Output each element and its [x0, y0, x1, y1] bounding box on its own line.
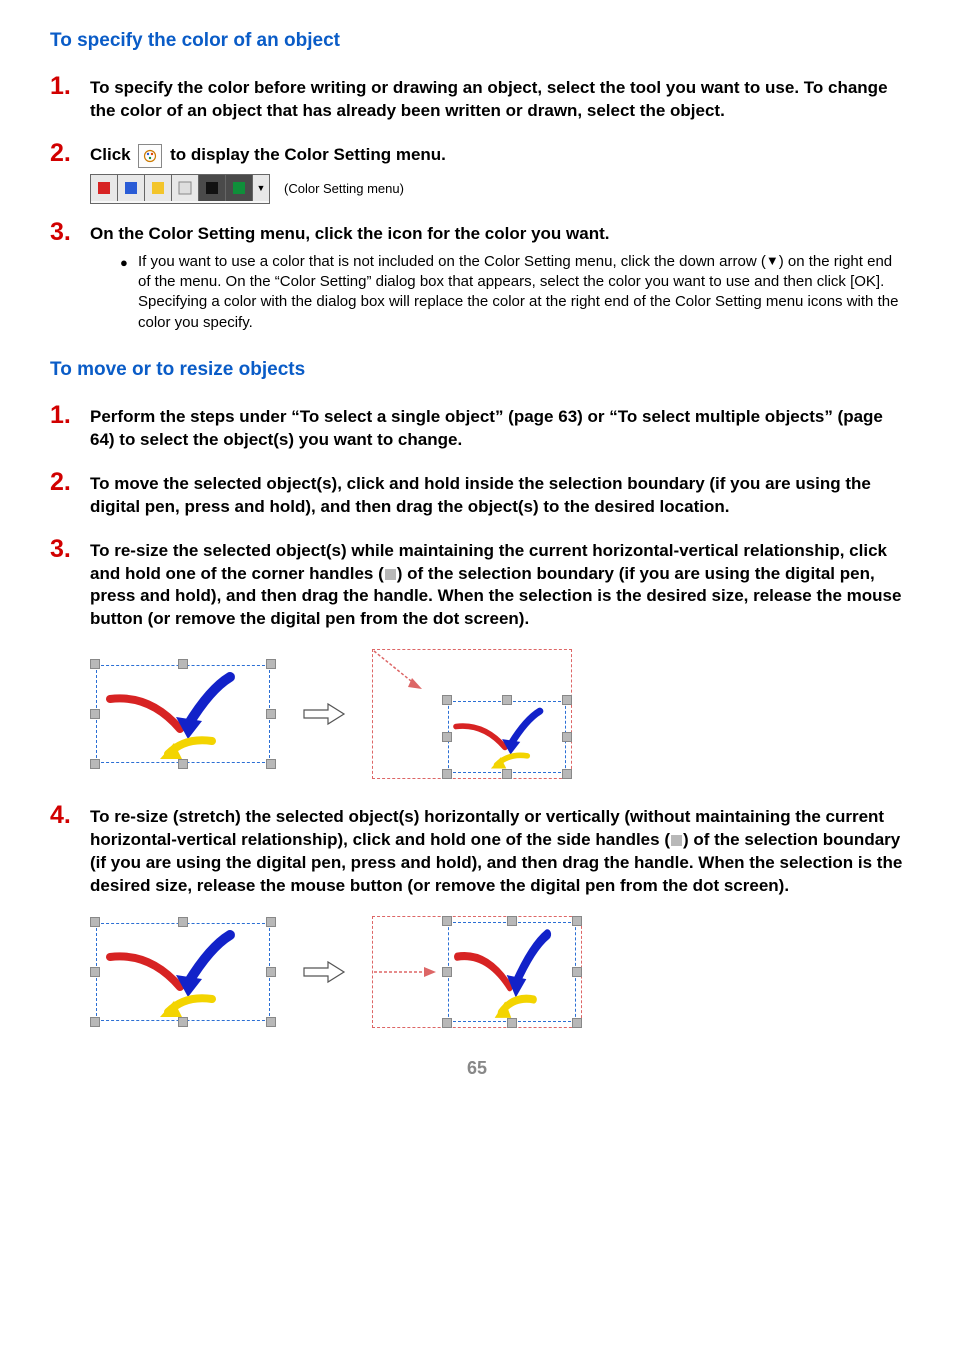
arrow-right-icon [302, 701, 346, 727]
resize-stretch-diagram [90, 916, 904, 1028]
color-menu-dropdown-icon[interactable]: ▼ [253, 175, 269, 201]
bullet-icon: ● [120, 252, 138, 333]
step-2-1: 1. Perform the steps under “To select a … [50, 403, 904, 452]
step-2-4-text: To re-size (stretch) the selected object… [90, 806, 904, 898]
swatch-green[interactable] [226, 175, 253, 201]
step-1-2: 2. Click to display the Color Setting me… [50, 141, 904, 168]
swatch-white[interactable] [172, 175, 199, 201]
text-post: to display the Color Setting menu. [170, 145, 446, 164]
selection-before [90, 917, 276, 1027]
color-setting-menu[interactable]: ▼ [90, 174, 270, 204]
text-pre: If you want to use a color that is not i… [138, 253, 766, 270]
corner-handle-icon [385, 569, 396, 580]
step-number: 1. [50, 403, 90, 428]
step-number: 3. [50, 537, 90, 562]
step-2-4: 4. To re-size (stretch) the selected obj… [50, 803, 904, 898]
bullet-text: If you want to use a color that is not i… [138, 252, 904, 333]
step-2-2-text: To move the selected object(s), click an… [90, 473, 904, 519]
swatch-blue[interactable] [118, 175, 145, 201]
step-1-1: 1. To specify the color before writing o… [50, 74, 904, 123]
page-number: 65 [50, 1058, 904, 1079]
text-pre: Click [90, 145, 135, 164]
color-tool-icon[interactable] [138, 144, 162, 168]
step-1-3-text: On the Color Setting menu, click the ico… [90, 223, 904, 246]
step-1-1-text: To specify the color before writing or d… [90, 77, 904, 123]
selection-after [372, 916, 582, 1028]
step-2-1-text: Perform the steps under “To select a sin… [90, 406, 904, 452]
selection-before [90, 659, 276, 769]
step-2-2: 2. To move the selected object(s), click… [50, 470, 904, 519]
color-menu-label: (Color Setting menu) [284, 181, 404, 196]
heading-move-resize: To move or to resize objects [50, 359, 904, 381]
step-2-3-text: To re-size the selected object(s) while … [90, 540, 904, 632]
step-number: 4. [50, 803, 90, 828]
step-number: 2. [50, 141, 90, 166]
step-1-3-bullet: ● If you want to use a color that is not… [120, 252, 904, 333]
step-number: 2. [50, 470, 90, 495]
swatch-red[interactable] [91, 175, 118, 201]
heading-specify-color: To specify the color of an object [50, 30, 904, 52]
step-number: 3. [50, 220, 90, 245]
side-handle-icon [671, 835, 682, 846]
step-number: 1. [50, 74, 90, 99]
step-2-3: 3. To re-size the selected object(s) whi… [50, 537, 904, 632]
selection-after [372, 649, 572, 779]
swatch-yellow[interactable] [145, 175, 172, 201]
swatch-black[interactable] [199, 175, 226, 201]
arrow-right-icon [302, 959, 346, 985]
step-1-2-text: Click to display the Color Setting menu. [90, 144, 904, 168]
down-arrow-icon: ▼ [766, 253, 779, 268]
step-1-3: 3. On the Color Setting menu, click the … [50, 220, 904, 333]
resize-proportional-diagram [90, 649, 904, 779]
color-setting-menu-row: ▼ (Color Setting menu) [90, 174, 904, 204]
